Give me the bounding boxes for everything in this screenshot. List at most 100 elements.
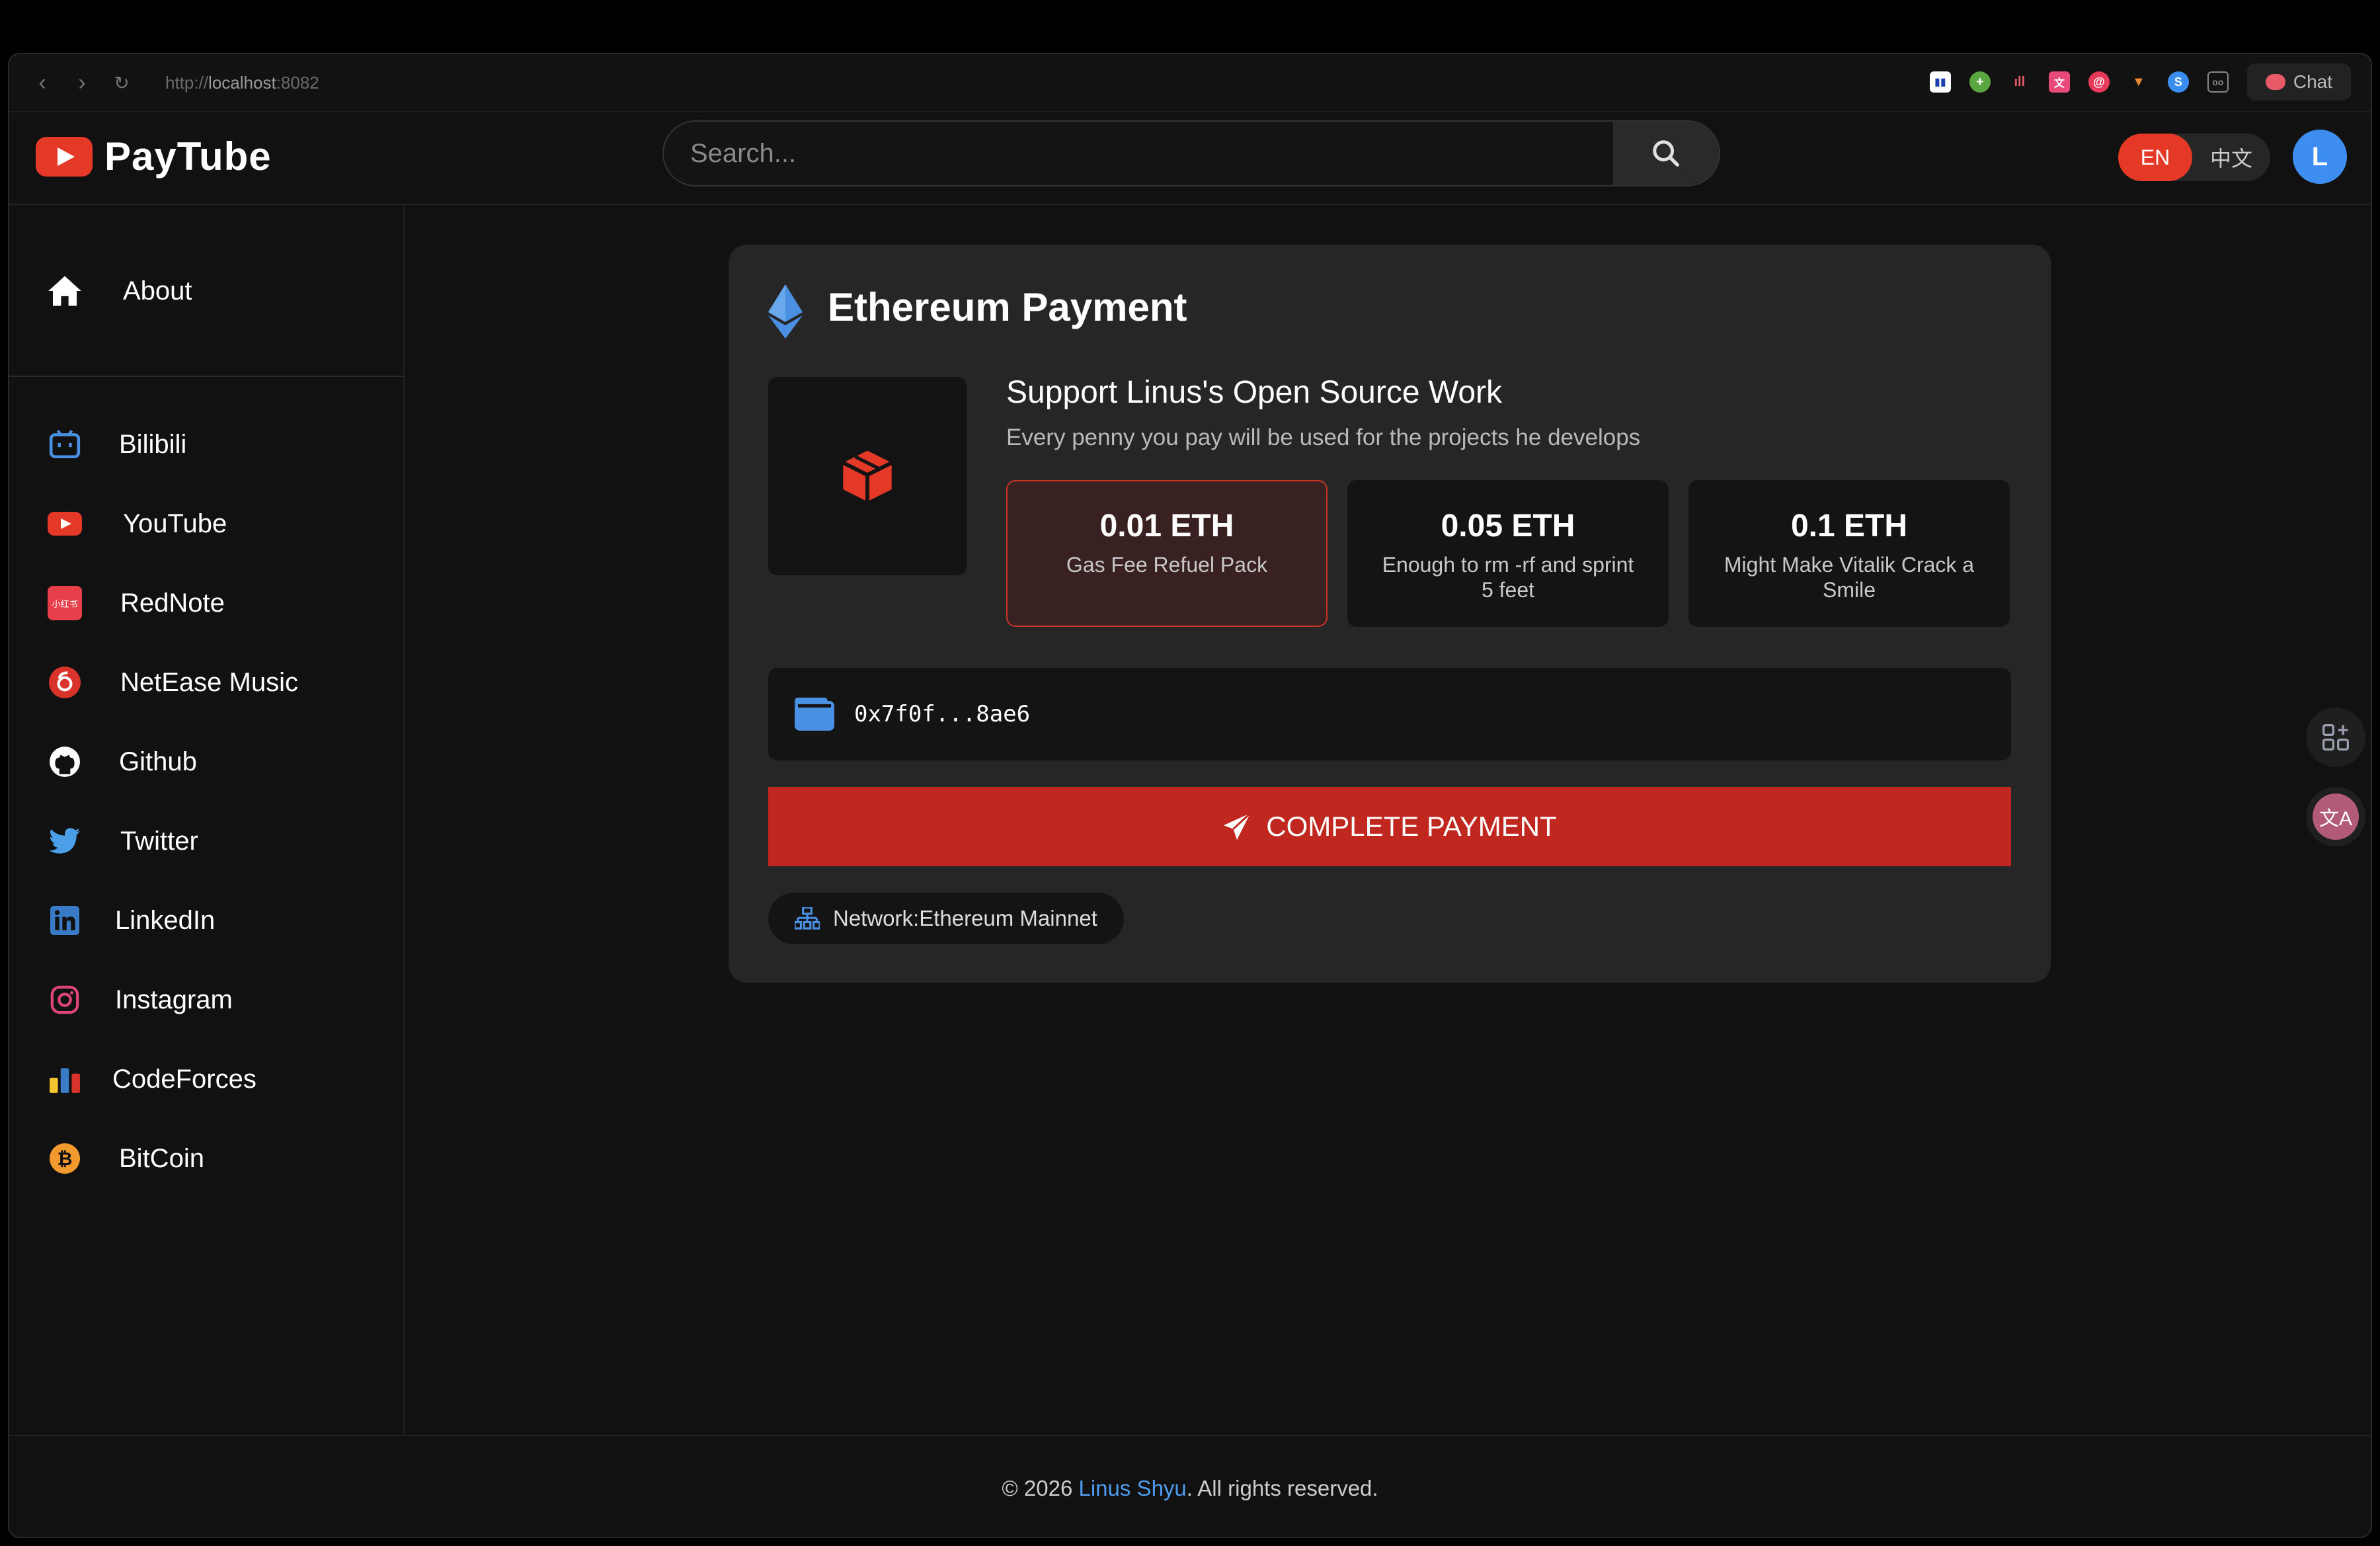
chat-bubble-icon: [2265, 74, 2285, 90]
author-link[interactable]: Linus Shyu: [1079, 1476, 1187, 1501]
extension-audio-icon[interactable]: ıll: [2009, 71, 2030, 93]
linkedin-icon: [46, 902, 83, 939]
wallet-icon: [795, 698, 834, 731]
sidebar-item-youtube[interactable]: YouTube: [9, 491, 403, 557]
sidebar-item-github[interactable]: Github: [9, 729, 403, 795]
sidebar-item-label: NetEase Music: [120, 667, 298, 697]
extension-translate-icon[interactable]: 文: [2048, 71, 2070, 93]
youtube-icon: [46, 505, 83, 542]
lang-en-button[interactable]: EN: [2118, 134, 2192, 181]
search-button[interactable]: [1613, 122, 1719, 185]
sidebar-item-label: LinkedIn: [115, 905, 216, 935]
copyright-suffix: . All rights reserved.: [1186, 1476, 1378, 1500]
option-amount: 0.1 ETH: [1790, 509, 1908, 544]
sidebar-item-label: Bilibili: [119, 429, 187, 459]
forward-icon[interactable]: ›: [62, 63, 102, 102]
sidebar-item-label: Github: [119, 747, 197, 776]
payment-card: Ethereum Payment Support Linus's Open So…: [729, 245, 2051, 983]
url-scheme: http://: [165, 72, 209, 93]
option-amount: 0.01 ETH: [1099, 509, 1234, 544]
sidebar-item-codeforces[interactable]: CodeForces: [9, 1046, 403, 1112]
option-description: Gas Fee Refuel Pack: [1066, 553, 1268, 577]
reload-icon[interactable]: ↻: [102, 63, 141, 102]
sidebar-item-about[interactable]: About: [9, 258, 403, 324]
bilibili-icon: [46, 426, 83, 463]
language-toggle: EN 中文: [2118, 134, 2270, 181]
address-bar[interactable]: http://localhost:8082: [165, 73, 319, 93]
payment-title: Ethereum Payment: [828, 285, 1187, 329]
sidebar-item-label: YouTube: [123, 509, 227, 538]
translate-icon: 文A: [2313, 793, 2359, 840]
network-badge: Network:Ethereum Mainnet: [768, 893, 1124, 944]
browser-window: ‹ › ↻ http://localhost:8082 ▮▮ + ıll 文 @…: [8, 53, 2372, 1538]
search-input[interactable]: [664, 122, 1613, 185]
sidebar-item-rednote[interactable]: 小红书 RedNote: [9, 570, 403, 636]
wallet-address: 0x7f0f...8ae6: [854, 701, 1031, 727]
paper-plane-icon: [1224, 812, 1251, 840]
extension-fox-icon[interactable]: ▼: [2128, 71, 2149, 93]
ethereum-icon: [768, 284, 803, 342]
logo-text: PayTube: [104, 134, 272, 179]
support-subtitle: Every penny you pay will be used for the…: [1006, 425, 1641, 450]
copyright-prefix: © 2026: [1002, 1476, 1079, 1500]
extension-plus-icon[interactable]: +: [1969, 71, 1991, 93]
avatar[interactable]: L: [2293, 130, 2347, 184]
extension-glasses-icon[interactable]: oo: [2207, 71, 2229, 93]
network-label: Network:Ethereum Mainnet: [833, 906, 1097, 930]
translate-floating-button[interactable]: 文A: [2306, 787, 2365, 846]
back-icon[interactable]: ‹: [22, 63, 62, 102]
sidebar-item-bilibili[interactable]: Bilibili: [9, 411, 403, 477]
sidebar-item-label: RedNote: [120, 588, 225, 618]
option-amount: 0.05 ETH: [1441, 509, 1575, 544]
option-description: Enough to rm -rf and sprint 5 feet: [1382, 553, 1634, 602]
search-icon: [1653, 140, 1679, 167]
apps-floating-button[interactable]: [2306, 708, 2365, 767]
search-bar: [662, 120, 1720, 186]
sidebar-item-label: CodeForces: [112, 1064, 257, 1094]
footer: © 2026 Linus Shyu. All rights reserved.: [9, 1435, 2371, 1537]
cube-icon: [842, 450, 892, 502]
extension-spiral-icon[interactable]: @: [2088, 71, 2110, 93]
extensions-bar: ▮▮ + ıll 文 @ ▼ S oo Chat: [1929, 63, 2351, 101]
svg-text:₿: ₿: [58, 1149, 73, 1169]
amount-option-0-1[interactable]: 0.1 ETH Might Make Vitalik Crack a Smile: [1688, 480, 2010, 627]
rednote-logo-text: 小红书: [48, 586, 82, 620]
instagram-icon: [46, 981, 83, 1018]
chat-label: Chat: [2293, 71, 2332, 92]
codeforces-icon: [46, 1061, 83, 1098]
sidebar-item-linkedin[interactable]: LinkedIn: [9, 887, 403, 954]
sidebar-item-label: Twitter: [120, 826, 198, 856]
amount-options: 0.01 ETH Gas Fee Refuel Pack 0.05 ETH En…: [1006, 480, 2010, 627]
apps-grid-icon: [2322, 724, 2349, 751]
amount-option-0-01[interactable]: 0.01 ETH Gas Fee Refuel Pack: [1006, 480, 1328, 627]
rednote-icon: 小红书: [46, 585, 83, 622]
app-header: PayTube EN 中文 L: [9, 112, 2371, 205]
sidebar-item-label: About: [123, 276, 192, 305]
url-port: :8082: [276, 72, 319, 93]
extension-flag-icon[interactable]: ▮▮: [1929, 71, 1951, 93]
chat-button[interactable]: Chat: [2246, 63, 2351, 101]
wallet-address-field[interactable]: 0x7f0f...8ae6: [768, 668, 2011, 760]
option-description: Might Make Vitalik Crack a Smile: [1724, 553, 1975, 602]
url-host: localhost: [208, 72, 276, 93]
sidebar-item-bitcoin[interactable]: ₿ BitCoin: [9, 1125, 403, 1192]
github-icon: [46, 743, 83, 780]
sidebar-item-instagram[interactable]: Instagram: [9, 967, 403, 1033]
sidebar-item-netease-music[interactable]: NetEase Music: [9, 649, 403, 715]
sidebar: About Bilibili YouTube 小红书 RedNote NetEa…: [9, 206, 405, 1436]
complete-payment-button[interactable]: COMPLETE PAYMENT: [768, 787, 2011, 866]
sidebar-item-label: Instagram: [115, 985, 233, 1014]
logo[interactable]: PayTube: [36, 134, 272, 179]
sidebar-item-twitter[interactable]: Twitter: [9, 808, 403, 874]
sidebar-item-label: BitCoin: [119, 1143, 204, 1173]
sidebar-divider: [9, 376, 403, 377]
twitter-icon: [46, 823, 83, 860]
support-title: Support Linus's Open Source Work: [1006, 375, 1502, 410]
home-icon: [46, 272, 83, 309]
network-icon: [795, 907, 820, 930]
netease-icon: [46, 664, 83, 701]
complete-payment-label: COMPLETE PAYMENT: [1266, 811, 1557, 842]
extension-swirl-icon[interactable]: S: [2167, 71, 2189, 93]
lang-zh-button[interactable]: 中文: [2192, 142, 2270, 173]
amount-option-0-05[interactable]: 0.05 ETH Enough to rm -rf and sprint 5 f…: [1347, 480, 1669, 627]
